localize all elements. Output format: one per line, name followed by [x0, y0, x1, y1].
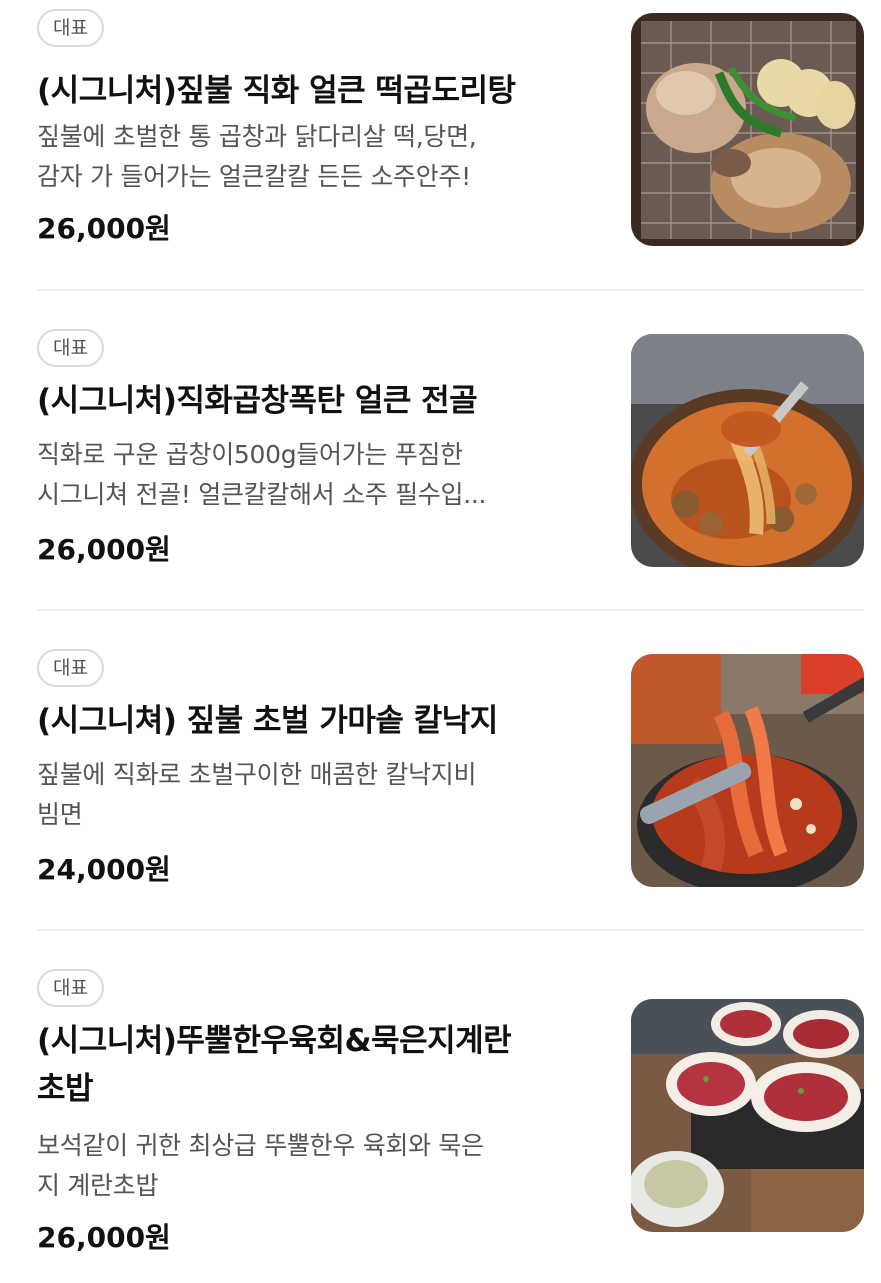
menu-photo[interactable] [631, 334, 864, 567]
menu-list: 대표 (시그니처)짚불 직화 얼큰 떡곱도리탕 짚불에 초벌한 통 곱창과 닭다… [0, 0, 881, 1283]
signature-badge: 대표 [37, 649, 104, 687]
menu-description: 직화로 구운 곱창이500g들어가는 푸짐한 시그니쳐 전골! 얼큰칼칼해서 소… [37, 440, 487, 509]
menu-item[interactable]: 대표 (시그니처)직화곱창폭탄 얼큰 전골 직화로 구운 곱창이500g들어가는… [37, 329, 864, 579]
signature-badge: 대표 [37, 9, 104, 47]
signature-badge: 대표 [37, 329, 104, 367]
menu-price: 26,000원 [37, 1221, 171, 1254]
menu-item[interactable]: 대표 (시그니처)짚불 직화 얼큰 떡곱도리탕 짚불에 초벌한 통 곱창과 닭다… [37, 9, 864, 259]
divider [37, 289, 864, 291]
menu-title: (시그니처)짚불 직화 얼큰 떡곱도리탕 [37, 73, 516, 109]
menu-item[interactable]: 대표 (시그니쳐) 짚불 초벌 가마솥 칼낙지 짚불에 직화로 초벌구이한 매콤… [37, 649, 864, 899]
menu-description: 짚불에 직화로 초벌구이한 매콤한 칼낙지비 빔면 [37, 760, 477, 829]
signature-badge: 대표 [37, 969, 104, 1007]
menu-price: 26,000원 [37, 533, 171, 566]
menu-photo[interactable] [631, 654, 864, 887]
menu-title: (시그니처)직화곱창폭탄 얼큰 전골 [37, 383, 478, 419]
menu-description: 짚불에 초벌한 통 곱창과 닭다리살 떡,당면, 감자 가 들어가는 얼큰칼칼 … [37, 122, 477, 191]
menu-item[interactable]: 대표 (시그니처)뚜뿔한우육회&묵은지계란 초밥 보석같이 귀한 최상급 뚜뿔한… [37, 969, 864, 1269]
spicy-octopus-noodle-photo-icon [631, 654, 864, 887]
menu-price: 24,000원 [37, 853, 171, 886]
menu-photo[interactable] [631, 999, 864, 1232]
menu-photo[interactable] [631, 13, 864, 246]
menu-title: (시그니쳐) 짚불 초벌 가마솥 칼낙지 [37, 703, 498, 739]
divider [37, 929, 864, 931]
menu-price: 26,000원 [37, 212, 171, 245]
divider [37, 609, 864, 611]
menu-title: (시그니처)뚜뿔한우육회&묵은지계란 초밥 [37, 1023, 512, 1107]
tripe-hotpot-photo-icon [631, 334, 864, 567]
menu-description: 보석같이 귀한 최상급 뚜뿔한우 육회와 묵은 지 계란초밥 [37, 1131, 484, 1200]
grilled-tripe-chicken-photo-icon [631, 13, 864, 246]
beef-tartare-sushi-photo-icon [631, 999, 864, 1232]
